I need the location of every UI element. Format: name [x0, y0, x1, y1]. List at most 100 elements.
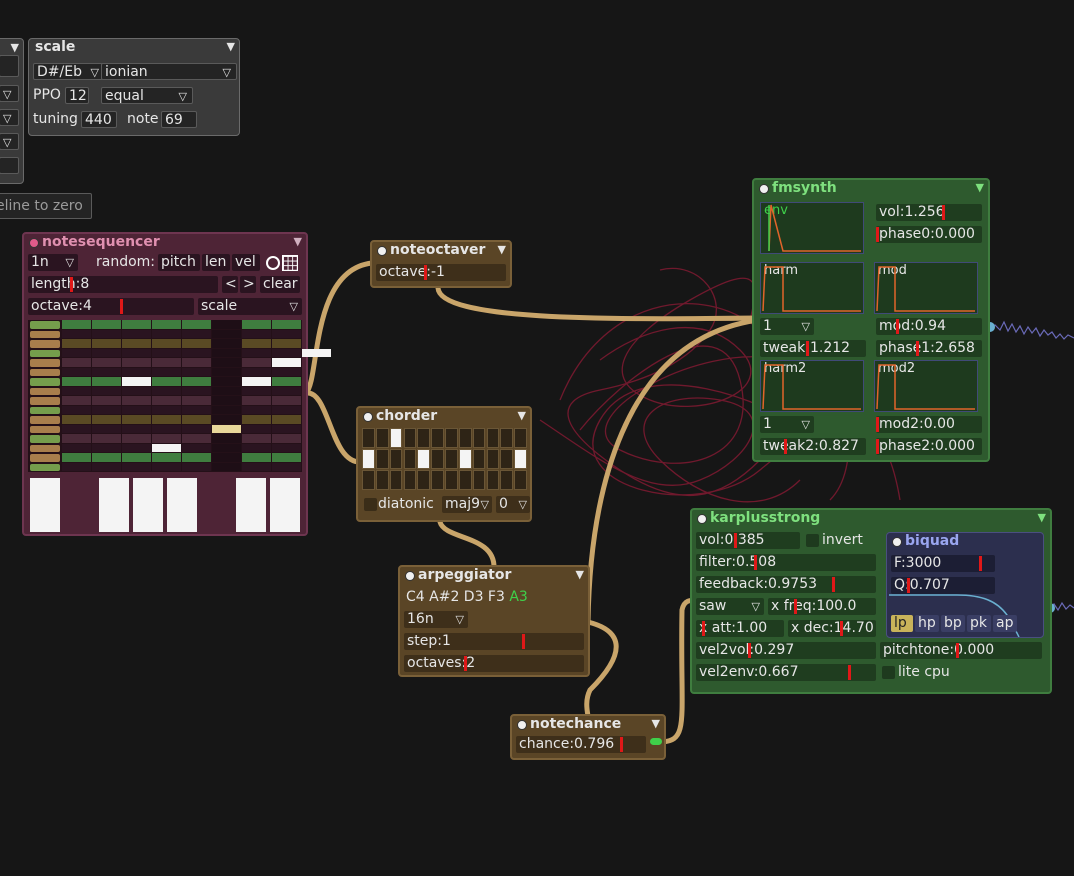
grid-cell[interactable]: [242, 405, 271, 414]
grid-cell[interactable]: [122, 443, 151, 452]
chord-key[interactable]: [472, 428, 486, 448]
inversion-dropdown[interactable]: 0 ▽: [496, 496, 530, 513]
karplusstrong-title-bar[interactable]: karplusstrong ▼: [692, 510, 1050, 526]
grid-cell[interactable]: [122, 396, 151, 405]
grid-cell[interactable]: [122, 405, 151, 414]
tweak2-slider[interactable]: tweak2:0.827: [760, 438, 866, 455]
grid-cell[interactable]: [242, 462, 271, 471]
grid-cell[interactable]: [272, 386, 301, 395]
grid-cell[interactable]: [92, 367, 121, 376]
chord-key[interactable]: [472, 470, 486, 490]
active-note[interactable]: [152, 443, 181, 452]
grid-cell[interactable]: [272, 453, 301, 462]
grid-cell[interactable]: [122, 329, 151, 338]
chord-key[interactable]: [486, 470, 500, 490]
grid-cell[interactable]: [212, 377, 241, 386]
cropped-field[interactable]: [0, 157, 19, 174]
grid-cell[interactable]: [272, 424, 301, 433]
grid-cell[interactable]: [62, 367, 91, 376]
baseline-to-zero-button[interactable]: eline to zero: [0, 193, 92, 219]
chord-key[interactable]: [362, 428, 375, 448]
grid-cell[interactable]: [212, 415, 241, 424]
temperament-dropdown[interactable]: equal ▽: [101, 87, 193, 104]
chord-key[interactable]: [389, 470, 403, 490]
chevron-down-icon[interactable]: ▼: [227, 39, 235, 55]
mod-display[interactable]: mod: [874, 262, 978, 314]
grid-cell[interactable]: [212, 462, 241, 471]
grid-cell[interactable]: [182, 424, 211, 433]
grid-cell[interactable]: [242, 367, 271, 376]
note-grid[interactable]: [28, 320, 331, 472]
enable-toggle-icon[interactable]: [363, 412, 373, 422]
grid-cell[interactable]: [242, 453, 271, 462]
chord-keyboard[interactable]: [362, 428, 528, 490]
filter-type-lp[interactable]: lp: [891, 615, 913, 632]
chord-key[interactable]: [486, 428, 500, 448]
octaves-slider[interactable]: octaves:2: [404, 655, 584, 672]
grid-cell[interactable]: [272, 434, 301, 443]
phase2-slider[interactable]: phase2:0.000: [876, 438, 982, 455]
grid-cell[interactable]: [272, 396, 301, 405]
grid-cell[interactable]: [92, 348, 121, 357]
grid-cell[interactable]: [122, 424, 151, 433]
grid-cell[interactable]: [92, 462, 121, 471]
chord-key[interactable]: [500, 449, 514, 469]
grid-cell[interactable]: [242, 320, 271, 329]
grid-cell[interactable]: [212, 348, 241, 357]
xfreq-slider[interactable]: x freq:100.0: [768, 598, 876, 615]
grid-cell[interactable]: [152, 434, 181, 443]
length-slider[interactable]: length:8: [28, 276, 218, 293]
mod2-slider[interactable]: mod2:0.00: [876, 416, 982, 433]
grid-cell[interactable]: [212, 396, 241, 405]
grid-cell[interactable]: [152, 396, 181, 405]
chord-key[interactable]: [362, 470, 375, 490]
vol-slider[interactable]: vol:1.256: [876, 204, 982, 221]
source-dropdown[interactable]: saw ▽: [696, 598, 764, 615]
circle-icon[interactable]: [266, 256, 280, 270]
noteoctaver-title-bar[interactable]: noteoctaver ▼: [372, 242, 510, 258]
clear-button[interactable]: clear: [260, 276, 300, 293]
xatt-slider[interactable]: x att:1.00: [696, 620, 784, 637]
chord-key[interactable]: [431, 428, 444, 448]
tuning-input[interactable]: 440: [81, 111, 117, 128]
cropped-dropdown-1[interactable]: ▽: [0, 85, 19, 102]
grid-cell[interactable]: [152, 377, 181, 386]
enable-toggle-icon[interactable]: [759, 184, 769, 194]
velocity-bar[interactable]: [132, 478, 163, 532]
grid-cell[interactable]: [92, 339, 121, 348]
grid-cell[interactable]: [122, 462, 151, 471]
cropped-dropdown-3[interactable]: ▽: [0, 133, 19, 150]
grid-cell[interactable]: [182, 367, 211, 376]
mode-dropdown[interactable]: ionian ▽: [101, 63, 237, 80]
chord-key[interactable]: [417, 470, 431, 490]
grid-cell[interactable]: [62, 377, 91, 386]
grid-cell[interactable]: [272, 329, 301, 338]
harm-display[interactable]: harm: [760, 262, 864, 314]
grid-cell[interactable]: [182, 339, 211, 348]
grid-cell[interactable]: [182, 443, 211, 452]
grid-cell[interactable]: [182, 320, 211, 329]
grid-cell[interactable]: [152, 367, 181, 376]
grid-cell[interactable]: [152, 462, 181, 471]
grid-cell[interactable]: [272, 339, 301, 348]
grid-cell[interactable]: [212, 367, 241, 376]
chevron-down-icon[interactable]: ▼: [498, 242, 506, 258]
grid-cell[interactable]: [122, 386, 151, 395]
grid-cell[interactable]: [182, 329, 211, 338]
grid-cell[interactable]: [182, 415, 211, 424]
grid-cell[interactable]: [182, 405, 211, 414]
step-slider[interactable]: step:1: [404, 633, 584, 650]
active-note[interactable]: [212, 424, 241, 433]
cropped-dropdown-2[interactable]: ▽: [0, 109, 19, 126]
grid-cell[interactable]: [92, 415, 121, 424]
chord-key-active[interactable]: [418, 450, 430, 468]
grid-cell[interactable]: [182, 377, 211, 386]
grid-cell[interactable]: [212, 358, 241, 367]
grid-cell[interactable]: [152, 320, 181, 329]
vel2vol-slider[interactable]: vel2vol:0.297: [696, 642, 876, 659]
harm2-dropdown[interactable]: 1 ▽: [760, 416, 814, 433]
filter-type-hp[interactable]: hp: [915, 615, 939, 632]
filter-type-bp[interactable]: bp: [941, 615, 965, 632]
chevron-down-icon[interactable]: ▼: [294, 234, 302, 250]
invert-checkbox[interactable]: [806, 534, 819, 547]
